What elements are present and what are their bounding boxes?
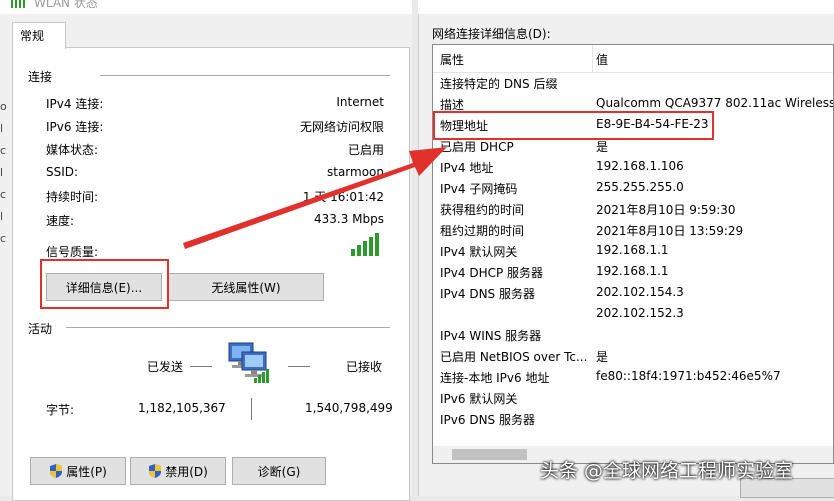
watermark: 头条 @全球网络工程师实验室 — [540, 460, 794, 482]
annotation-arrow — [183, 147, 447, 249]
